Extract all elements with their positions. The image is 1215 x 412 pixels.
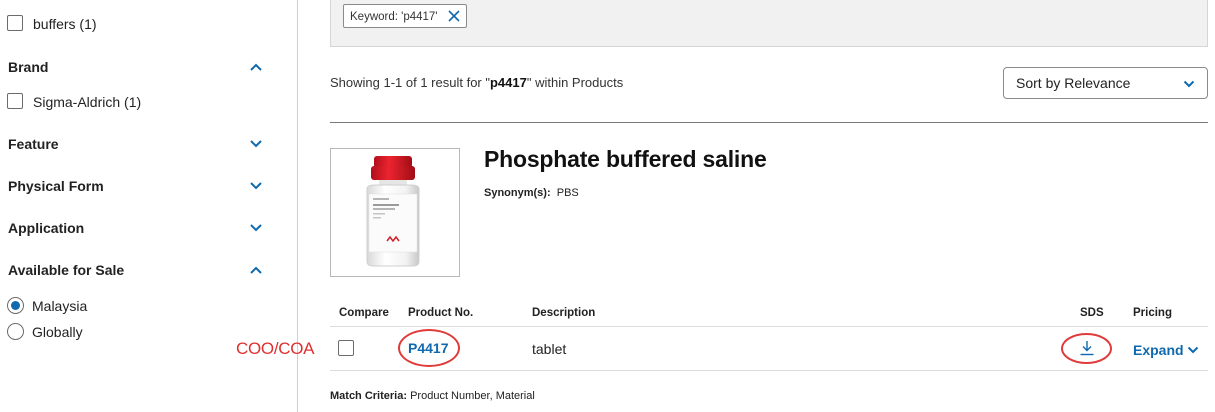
keyword-chip-label: Keyword: 'p4417'	[350, 11, 438, 23]
buffers-checkbox[interactable]	[7, 15, 23, 31]
brand-heading[interactable]: Brand	[8, 59, 48, 75]
sigma-aldrich-checkbox[interactable]	[7, 93, 23, 109]
product-no-header: Product No.	[408, 307, 474, 319]
chevron-down-icon[interactable]	[249, 223, 263, 233]
chevron-up-icon[interactable]	[249, 62, 263, 72]
malaysia-label: Malaysia	[32, 298, 88, 314]
chevron-down-icon	[1183, 80, 1195, 88]
match-criteria: Match Criteria: Product Number, Material	[330, 390, 535, 402]
description-cell: tablet	[532, 341, 567, 357]
annotation-circle-sds	[1061, 333, 1112, 364]
malaysia-radio[interactable]	[7, 297, 24, 314]
sigma-aldrich-label: Sigma-Aldrich (1)	[33, 94, 142, 110]
sort-select[interactable]: Sort by Relevance	[1003, 67, 1208, 99]
compare-checkbox[interactable]	[338, 340, 354, 356]
chevron-down-icon[interactable]	[249, 181, 263, 191]
annotation-circle-product-no	[398, 329, 460, 367]
chevron-up-icon[interactable]	[249, 265, 263, 275]
physical-form-heading[interactable]: Physical Form	[8, 178, 104, 194]
globally-label: Globally	[32, 324, 83, 340]
results-summary: Showing 1-1 of 1 result for "p4417" with…	[330, 75, 624, 90]
globally-radio[interactable]	[7, 323, 24, 340]
application-heading[interactable]: Application	[8, 220, 84, 236]
buffers-label: buffers (1)	[33, 16, 97, 32]
table-row-divider	[330, 326, 1208, 327]
synonyms: Synonym(s): PBS	[484, 187, 579, 199]
sds-header: SDS	[1080, 307, 1104, 319]
chevron-down-icon[interactable]	[1187, 346, 1199, 354]
chevron-down-icon[interactable]	[249, 139, 263, 149]
pricing-expand-link[interactable]: Expand	[1133, 342, 1184, 358]
table-row-divider	[330, 370, 1208, 371]
sort-label: Sort by Relevance	[1016, 75, 1131, 91]
product-image[interactable]	[330, 148, 460, 277]
product-title[interactable]: Phosphate buffered saline	[484, 146, 767, 173]
pricing-header: Pricing	[1133, 307, 1172, 319]
available-for-sale-heading[interactable]: Available for Sale	[8, 262, 124, 278]
description-header: Description	[532, 307, 596, 319]
bottle-image	[366, 156, 420, 267]
feature-heading[interactable]: Feature	[8, 136, 59, 152]
annotation-label: COO/COA	[236, 339, 315, 358]
compare-header: Compare	[339, 307, 389, 319]
keyword-filter-chip[interactable]: Keyword: 'p4417'	[343, 4, 467, 28]
close-icon[interactable]	[447, 10, 460, 22]
divider	[330, 122, 1208, 123]
